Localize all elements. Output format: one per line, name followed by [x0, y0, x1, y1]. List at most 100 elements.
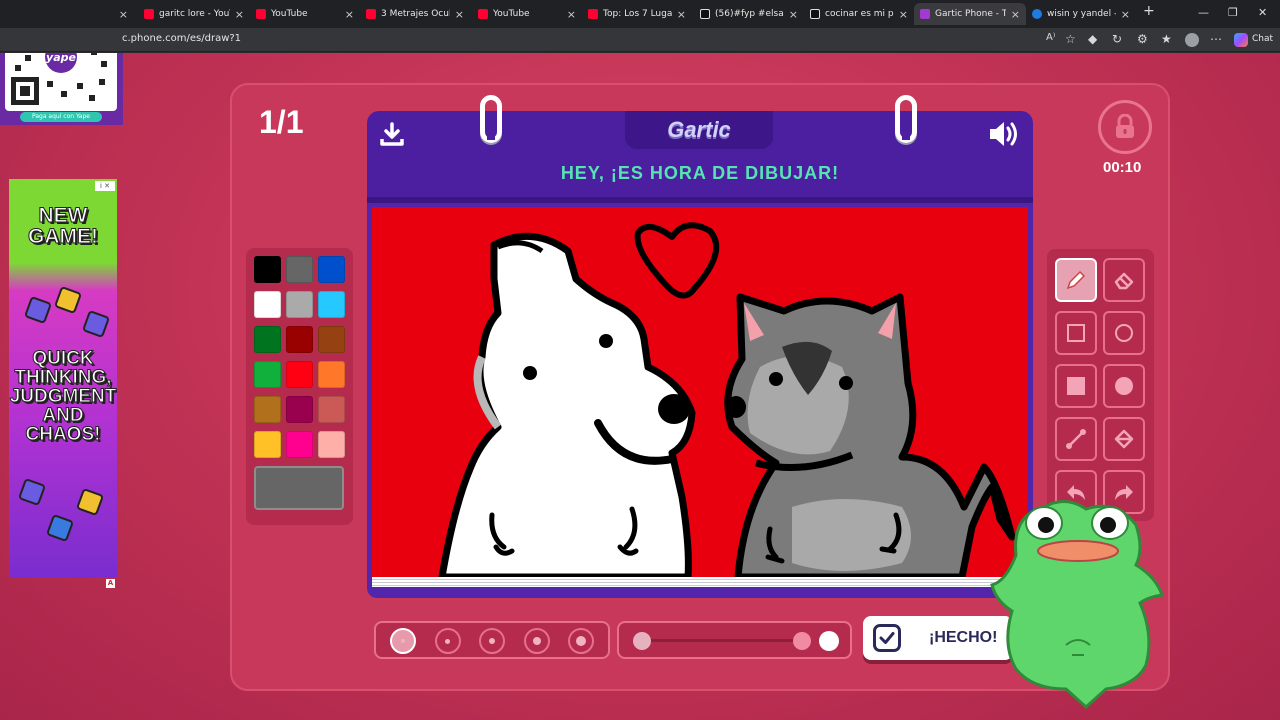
tab-close-icon[interactable]: ×: [899, 8, 908, 21]
youtube-icon: [256, 9, 266, 19]
line-tool[interactable]: [1055, 417, 1097, 461]
tab-close-icon[interactable]: ×: [455, 8, 464, 21]
chat-button[interactable]: Chat: [1252, 34, 1273, 44]
color-swatch[interactable]: [254, 326, 281, 353]
url-field[interactable]: c.phone.com/es/draw?1: [122, 33, 241, 44]
color-swatch[interactable]: [254, 291, 281, 318]
tab-top-lugares[interactable]: Top: Los 7 Lugares M ×: [582, 3, 692, 25]
color-swatch[interactable]: [286, 256, 313, 283]
color-swatch[interactable]: [318, 431, 345, 458]
side-ad-banner[interactable]: i ✕ NEW GAME! QUICK THINKING, JUDGMENT A…: [9, 179, 117, 577]
brush-size-4-button[interactable]: [523, 628, 550, 654]
brush-size-1-button[interactable]: [390, 628, 416, 654]
ellipse-tool[interactable]: [1103, 311, 1145, 355]
tab-metrajes[interactable]: 3 Metrajes Ocultos D ×: [360, 3, 470, 25]
tab-gartic-phone[interactable]: Gartic Phone - Teléfo ×: [914, 3, 1026, 25]
brush-size-5-button[interactable]: [568, 628, 594, 654]
new-tab-button[interactable]: +: [1143, 3, 1155, 19]
tab-partial[interactable]: ×: [0, 3, 134, 25]
qr-code: yape: [5, 53, 117, 111]
qr-caption: Paga aquí con Yape: [20, 112, 102, 122]
square-fill-icon: [1067, 377, 1085, 395]
restore-button[interactable]: ❐: [1228, 6, 1238, 19]
tab-cocinar[interactable]: cocinar es mi pasión ×: [804, 3, 914, 25]
tab-garitc-lore[interactable]: garitc lore - YouTube ×: [138, 3, 250, 25]
rectangle-tool[interactable]: [1055, 311, 1097, 355]
color-swatch[interactable]: [286, 396, 313, 423]
timer: 00:10: [1103, 159, 1142, 176]
profile-avatar[interactable]: [1185, 33, 1199, 47]
slider-max-indicator: [819, 631, 839, 651]
color-swatch[interactable]: [254, 396, 281, 423]
tab-close-icon[interactable]: ×: [567, 8, 576, 21]
tab-close-icon[interactable]: ×: [677, 8, 686, 21]
line-icon: [1066, 429, 1086, 449]
lock-icon: [1116, 114, 1134, 138]
color-swatch[interactable]: [318, 256, 345, 283]
address-bar: c.phone.com/es/draw?1 A⁾ ☆ ◆ ↻ ⚙ ★ ⋯ Cha…: [0, 28, 1280, 52]
gem-icon: [75, 487, 105, 517]
youtube-icon: [144, 9, 154, 19]
qr-ad[interactable]: yape Paga aquí con Yape: [0, 53, 123, 125]
tab-close-icon[interactable]: ×: [345, 8, 354, 21]
color-swatch[interactable]: [318, 361, 345, 388]
favorite-star-icon[interactable]: ☆: [1065, 32, 1076, 46]
circle-fill-icon: [1115, 377, 1133, 395]
close-window-button[interactable]: ✕: [1258, 6, 1267, 19]
color-swatch[interactable]: [318, 396, 345, 423]
check-icon: [873, 624, 901, 652]
color-swatch[interactable]: [318, 326, 345, 353]
tab-fyp-elsalvador[interactable]: (56)#fyp #elsalvador ×: [694, 3, 804, 25]
color-swatch[interactable]: [254, 256, 281, 283]
tab-youtube-2[interactable]: YouTube ×: [472, 3, 582, 25]
color-swatch[interactable]: [286, 361, 313, 388]
color-swatch[interactable]: [254, 361, 281, 388]
sound-icon[interactable]: [987, 119, 1021, 149]
ad-info-badge[interactable]: i ✕: [95, 181, 115, 191]
bing-icon: [1032, 9, 1042, 19]
more-menu-icon[interactable]: ⋯: [1210, 32, 1222, 46]
read-aloud-icon[interactable]: A⁾: [1046, 32, 1055, 43]
tab-close-icon[interactable]: ×: [789, 8, 798, 21]
gem-icon: [53, 285, 83, 315]
refresh-icon[interactable]: ↻: [1112, 32, 1122, 46]
copilot-icon[interactable]: [1234, 33, 1248, 47]
pencil-icon: [1066, 270, 1086, 290]
opacity-slider-bar: [617, 621, 852, 659]
brush-size-3-button[interactable]: [479, 628, 505, 654]
favorites-icon[interactable]: ★: [1161, 32, 1172, 46]
ad-choices-icon[interactable]: A: [106, 579, 115, 588]
drawing-canvas[interactable]: [372, 207, 1028, 577]
extension-icon[interactable]: ◆: [1088, 32, 1097, 46]
square-outline-icon: [1067, 324, 1085, 342]
minimize-button[interactable]: —: [1198, 6, 1209, 19]
filled-rectangle-tool[interactable]: [1055, 364, 1097, 408]
gem-icon: [45, 513, 75, 543]
tab-youtube-1[interactable]: YouTube ×: [250, 3, 360, 25]
brush-size-2-button[interactable]: [434, 628, 461, 654]
filled-ellipse-tool[interactable]: [1103, 364, 1145, 408]
yape-logo: yape: [46, 53, 76, 64]
notebook-ring-right: [895, 95, 917, 143]
color-swatch[interactable]: [254, 431, 281, 458]
tiktok-icon: [700, 9, 710, 19]
slider-thumb[interactable]: [793, 632, 811, 650]
download-icon[interactable]: [379, 121, 405, 147]
round-counter: 1/1: [259, 104, 304, 140]
color-swatch[interactable]: [286, 431, 313, 458]
circle-outline-icon: [1115, 324, 1133, 342]
pencil-tool[interactable]: [1055, 258, 1097, 302]
color-swatch[interactable]: [318, 291, 345, 318]
color-swatch[interactable]: [286, 326, 313, 353]
eraser-tool[interactable]: [1103, 258, 1145, 302]
tab-close-icon[interactable]: ×: [119, 8, 128, 21]
extensions-puzzle-icon[interactable]: ⚙: [1137, 32, 1148, 46]
tab-close-icon[interactable]: ×: [1121, 8, 1130, 21]
fill-tool[interactable]: [1103, 417, 1145, 461]
color-swatch[interactable]: [286, 291, 313, 318]
tab-wisin-yandel[interactable]: wisin y yandel - Búsq ×: [1026, 3, 1136, 25]
slider-track[interactable]: [641, 639, 803, 642]
tab-close-icon[interactable]: ×: [1011, 8, 1020, 21]
lock-button[interactable]: [1098, 100, 1152, 154]
tab-close-icon[interactable]: ×: [235, 8, 244, 21]
